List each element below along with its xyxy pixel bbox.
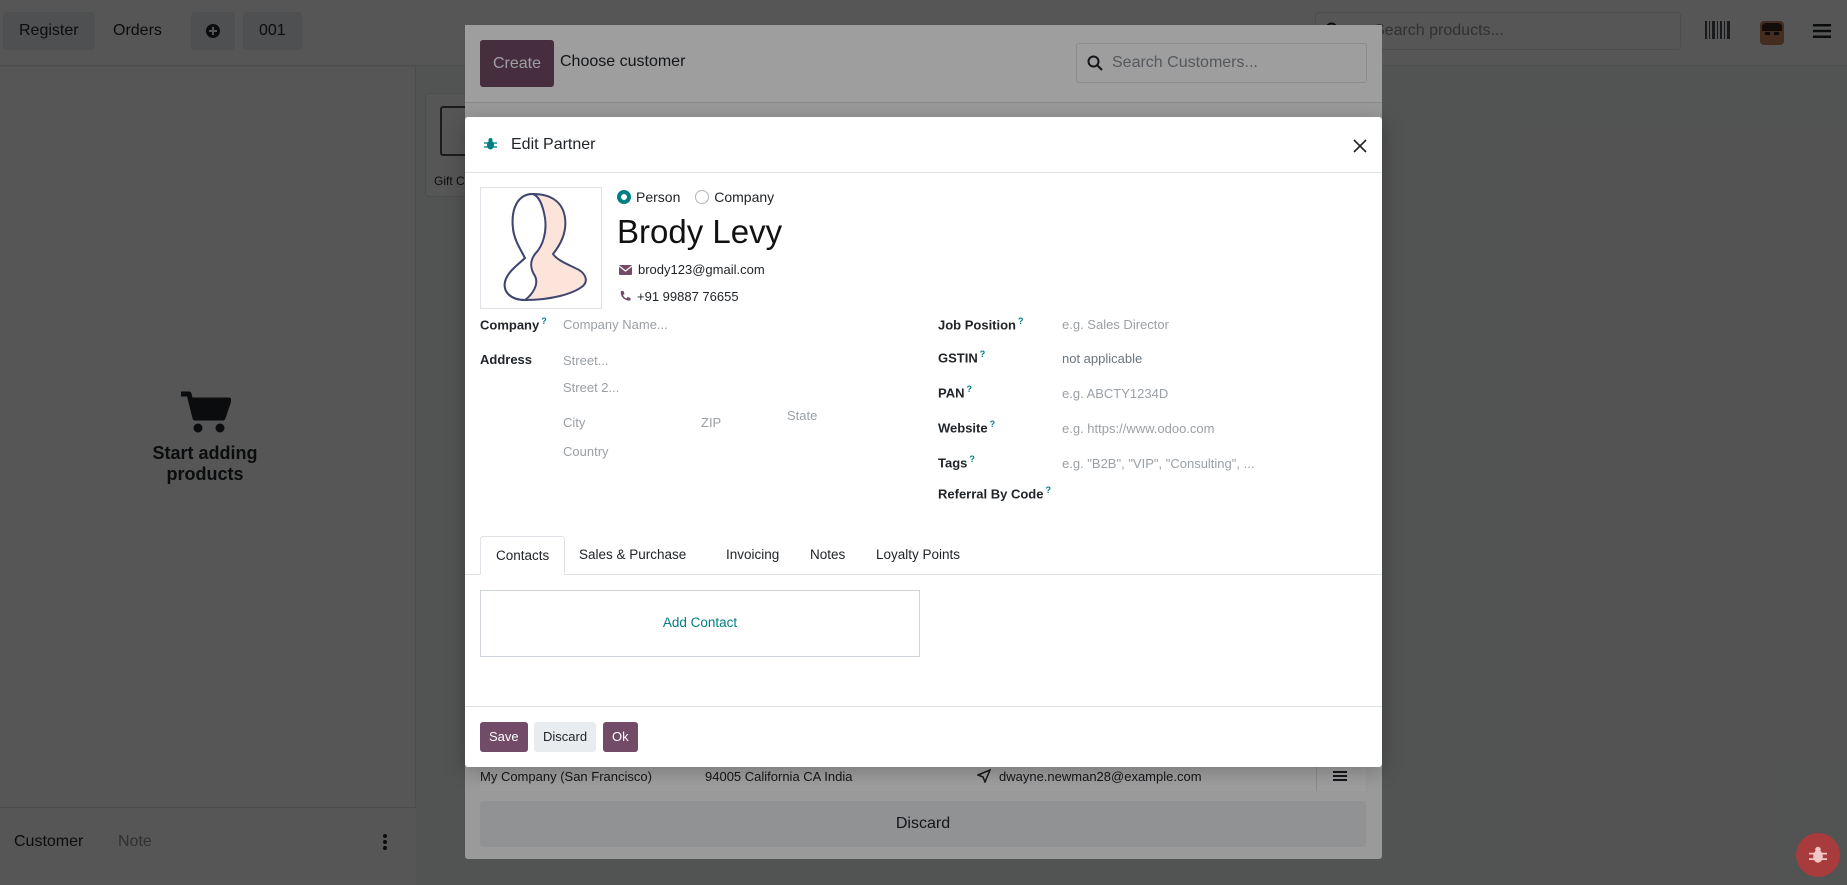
job-position-label: Job Position?: [938, 316, 1024, 333]
street2-input[interactable]: Street 2...: [563, 380, 619, 395]
street-input[interactable]: Street...: [563, 353, 609, 368]
radio-checked-icon: [617, 190, 631, 204]
radio-person-label: Person: [636, 189, 681, 205]
envelope-icon: [618, 265, 633, 275]
email-value: brody123@gmail.com: [638, 262, 765, 277]
city-input[interactable]: City: [563, 415, 585, 430]
bug-icon: [1809, 846, 1827, 863]
discard-button[interactable]: Discard: [534, 722, 597, 752]
phone-value: +91 99887 76655: [637, 289, 739, 304]
bug-icon: [484, 138, 497, 150]
help-icon[interactable]: ?: [990, 419, 996, 429]
help-icon[interactable]: ?: [980, 349, 986, 359]
radio-person[interactable]: Person: [617, 189, 680, 205]
radio-unchecked-icon: [695, 190, 710, 204]
debug-button[interactable]: [1796, 833, 1840, 877]
radio-company[interactable]: Company: [695, 189, 774, 205]
help-icon[interactable]: ?: [1045, 485, 1051, 495]
modal-title: Edit Partner: [511, 136, 596, 153]
address-label: Address: [480, 352, 533, 367]
modal-header: Edit Partner: [465, 117, 1382, 173]
company-label: Company?: [480, 316, 547, 333]
country-select[interactable]: Country: [563, 444, 609, 459]
company-name-input[interactable]: Company Name...: [563, 317, 668, 332]
partner-avatar[interactable]: [480, 187, 602, 309]
tab-notes[interactable]: Notes: [795, 536, 860, 575]
tags-input[interactable]: e.g. "B2B", "VIP", "Consulting", ...: [1062, 456, 1254, 471]
edit-partner-modal: Edit Partner Person Company Brody Levy b…: [465, 117, 1382, 767]
add-contact-link[interactable]: Add Contact: [481, 615, 919, 630]
partner-tabs: Contacts Sales & Purchase Invoicing Note…: [465, 536, 1382, 575]
job-position-input[interactable]: e.g. Sales Director: [1062, 317, 1169, 332]
tab-contacts[interactable]: Contacts: [480, 536, 566, 575]
partner-name-input[interactable]: Brody Levy: [617, 213, 782, 251]
referral-code-label: Referral By Code?: [938, 485, 1051, 502]
gstin-label: GSTIN?: [938, 349, 986, 366]
help-icon[interactable]: ?: [1018, 316, 1024, 326]
tags-label: Tags?: [938, 454, 975, 471]
phone-icon: [620, 291, 631, 301]
modal-footer: Save Discard Ok: [465, 706, 1382, 767]
gstin-value[interactable]: not applicable: [1062, 351, 1142, 366]
website-label: Website?: [938, 419, 996, 436]
phone-field[interactable]: +91 99887 76655: [619, 289, 739, 304]
email-field[interactable]: brody123@gmail.com: [618, 262, 765, 277]
help-icon[interactable]: ?: [969, 454, 975, 464]
partner-type-selector: Person Company: [617, 189, 774, 205]
tab-invoicing[interactable]: Invoicing: [711, 536, 794, 575]
tab-loyalty-points[interactable]: Loyalty Points: [861, 536, 975, 575]
pan-label: PAN?: [938, 384, 972, 401]
tab-sales-purchase[interactable]: Sales & Purchase: [564, 536, 701, 575]
save-button[interactable]: Save: [480, 722, 528, 752]
person-placeholder-image: [503, 192, 587, 302]
ok-button[interactable]: Ok: [603, 722, 638, 752]
help-icon[interactable]: ?: [966, 384, 972, 394]
radio-company-label: Company: [714, 189, 775, 205]
add-contact-box[interactable]: Add Contact: [480, 590, 920, 657]
pan-input[interactable]: e.g. ABCTY1234D: [1062, 386, 1168, 401]
state-select[interactable]: State: [787, 408, 817, 423]
website-input[interactable]: e.g. https://www.odoo.com: [1062, 421, 1214, 436]
help-icon[interactable]: ?: [541, 316, 547, 326]
zip-input[interactable]: ZIP: [701, 415, 721, 430]
close-icon[interactable]: [1351, 137, 1369, 155]
